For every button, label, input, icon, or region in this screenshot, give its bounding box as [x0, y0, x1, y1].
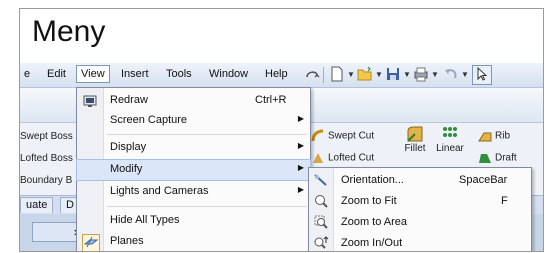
menu-item-zoom-to-area[interactable]: Zoom to Area [309, 212, 531, 233]
slide-frame: Meny e Edit View Insert Tools Window Hel… [19, 8, 544, 252]
modify-submenu: Orientation... SpaceBar Zoom to Fit F Zo… [308, 167, 532, 251]
menu-item-modify[interactable]: Modify ▶ [76, 159, 311, 181]
chevron-down-icon[interactable]: ▼ [347, 70, 355, 79]
boundary-boss-button[interactable]: Boundary B [20, 175, 72, 186]
orientation-icon [313, 172, 329, 188]
menu-item-shortcut: SpaceBar [459, 174, 508, 186]
menu-item-label: Redraw [110, 94, 148, 106]
lofted-cut-button[interactable]: Lofted Cut [311, 151, 374, 165]
planes-icon [82, 234, 100, 251]
fillet-button[interactable]: Fillet [400, 125, 430, 154]
rib-icon [478, 129, 492, 143]
new-document-icon[interactable] [329, 66, 345, 82]
menu-insert[interactable]: Insert [121, 68, 149, 80]
swept-boss-button[interactable]: Swept Boss [20, 131, 73, 142]
menu-file-partial[interactable]: e [24, 68, 30, 80]
menu-help[interactable]: Help [265, 68, 288, 80]
rib-label: Rib [495, 130, 511, 142]
menu-tools[interactable]: Tools [166, 68, 192, 80]
submenu-arrow-icon: ▶ [297, 114, 304, 123]
menu-item-label: Orientation... [341, 174, 404, 186]
lofted-boss-button[interactable]: Lofted Boss [20, 153, 73, 164]
submenu-arrow-icon: ▶ [297, 185, 304, 194]
save-icon[interactable] [385, 66, 401, 82]
menu-item-label: Lights and Cameras [110, 185, 209, 197]
submenu-arrow-icon: ▶ [297, 163, 304, 172]
print-icon[interactable] [413, 66, 429, 82]
menu-item-label: Planes [110, 235, 144, 247]
zoom-in-out-icon [313, 235, 329, 251]
menu-window[interactable]: Window [209, 68, 248, 80]
menu-divider [107, 206, 307, 207]
toolbar-divider [323, 67, 324, 83]
swept-cut-button[interactable]: Swept Cut [311, 129, 374, 143]
menu-item-hide-all-types[interactable]: Hide All Types [77, 211, 310, 231]
menu-item-label: Zoom to Fit [341, 195, 397, 207]
menu-divider [107, 134, 307, 135]
menu-item-label: Zoom to Area [341, 216, 408, 228]
menu-edit[interactable]: Edit [47, 68, 66, 80]
redraw-icon [82, 93, 98, 109]
menu-item-zoom-to-fit[interactable]: Zoom to Fit F [309, 191, 531, 212]
linear-pattern-button[interactable]: Linear [434, 125, 466, 154]
submenu-arrow-icon: ▶ [297, 141, 304, 150]
open-folder-icon[interactable] [357, 66, 373, 82]
zoom-to-area-icon [313, 214, 329, 230]
menu-item-display[interactable]: Display ▶ [77, 138, 310, 158]
swept-cut-label: Swept Cut [328, 130, 375, 142]
menu-item-orientation[interactable]: Orientation... SpaceBar [309, 170, 531, 191]
swept-cut-icon [311, 129, 325, 143]
menu-item-shortcut: F [501, 195, 508, 207]
view-menu: Redraw Ctrl+R Screen Capture ▶ Display ▶… [76, 87, 311, 251]
rebuild-icon[interactable] [304, 66, 320, 82]
select-cursor-icon[interactable] [472, 65, 492, 85]
chevron-down-icon[interactable]: ▼ [375, 70, 383, 79]
menu-item-screen-capture[interactable]: Screen Capture ▶ [77, 111, 310, 131]
menu-item-redraw[interactable]: Redraw Ctrl+R [77, 91, 310, 111]
draft-button[interactable]: Draft [478, 151, 517, 165]
slide-title: Meny [32, 15, 106, 48]
menu-item-lights-and-cameras[interactable]: Lights and Cameras ▶ [77, 182, 310, 202]
fillet-label: Fillet [404, 143, 426, 154]
linear-label: Linear [436, 143, 464, 154]
menu-item-label: Screen Capture [110, 114, 188, 126]
linear-pattern-icon [441, 125, 459, 143]
menubar: e Edit View Insert Tools Window Help ▼ ▼… [20, 63, 543, 88]
tab-evaluate[interactable]: uate [20, 197, 54, 213]
menu-item-label: Zoom In/Out [341, 237, 403, 249]
lofted-cut-icon [311, 151, 325, 165]
rib-button[interactable]: Rib [478, 129, 510, 143]
menu-item-label: Hide All Types [110, 214, 180, 226]
fillet-icon [406, 125, 424, 143]
menu-item-shortcut: Ctrl+R [255, 94, 287, 106]
app-screenshot: e Edit View Insert Tools Window Help ▼ ▼… [20, 63, 543, 251]
lofted-cut-label: Lofted Cut [328, 152, 375, 164]
undo-icon[interactable] [443, 66, 459, 82]
menu-item-label: Display [110, 141, 147, 153]
chevron-down-icon[interactable]: ▼ [431, 70, 439, 79]
chevron-down-icon[interactable]: ▼ [461, 70, 469, 79]
menu-item-planes[interactable]: Planes [77, 232, 310, 251]
menu-view[interactable]: View [76, 65, 110, 83]
menu-item-label: Modify [110, 163, 143, 175]
zoom-to-fit-icon [313, 193, 329, 209]
menu-item-zoom-in-out[interactable]: Zoom In/Out [309, 233, 531, 251]
chevron-down-icon[interactable]: ▼ [403, 70, 411, 79]
draft-label: Draft [495, 152, 517, 164]
draft-icon [478, 151, 492, 165]
